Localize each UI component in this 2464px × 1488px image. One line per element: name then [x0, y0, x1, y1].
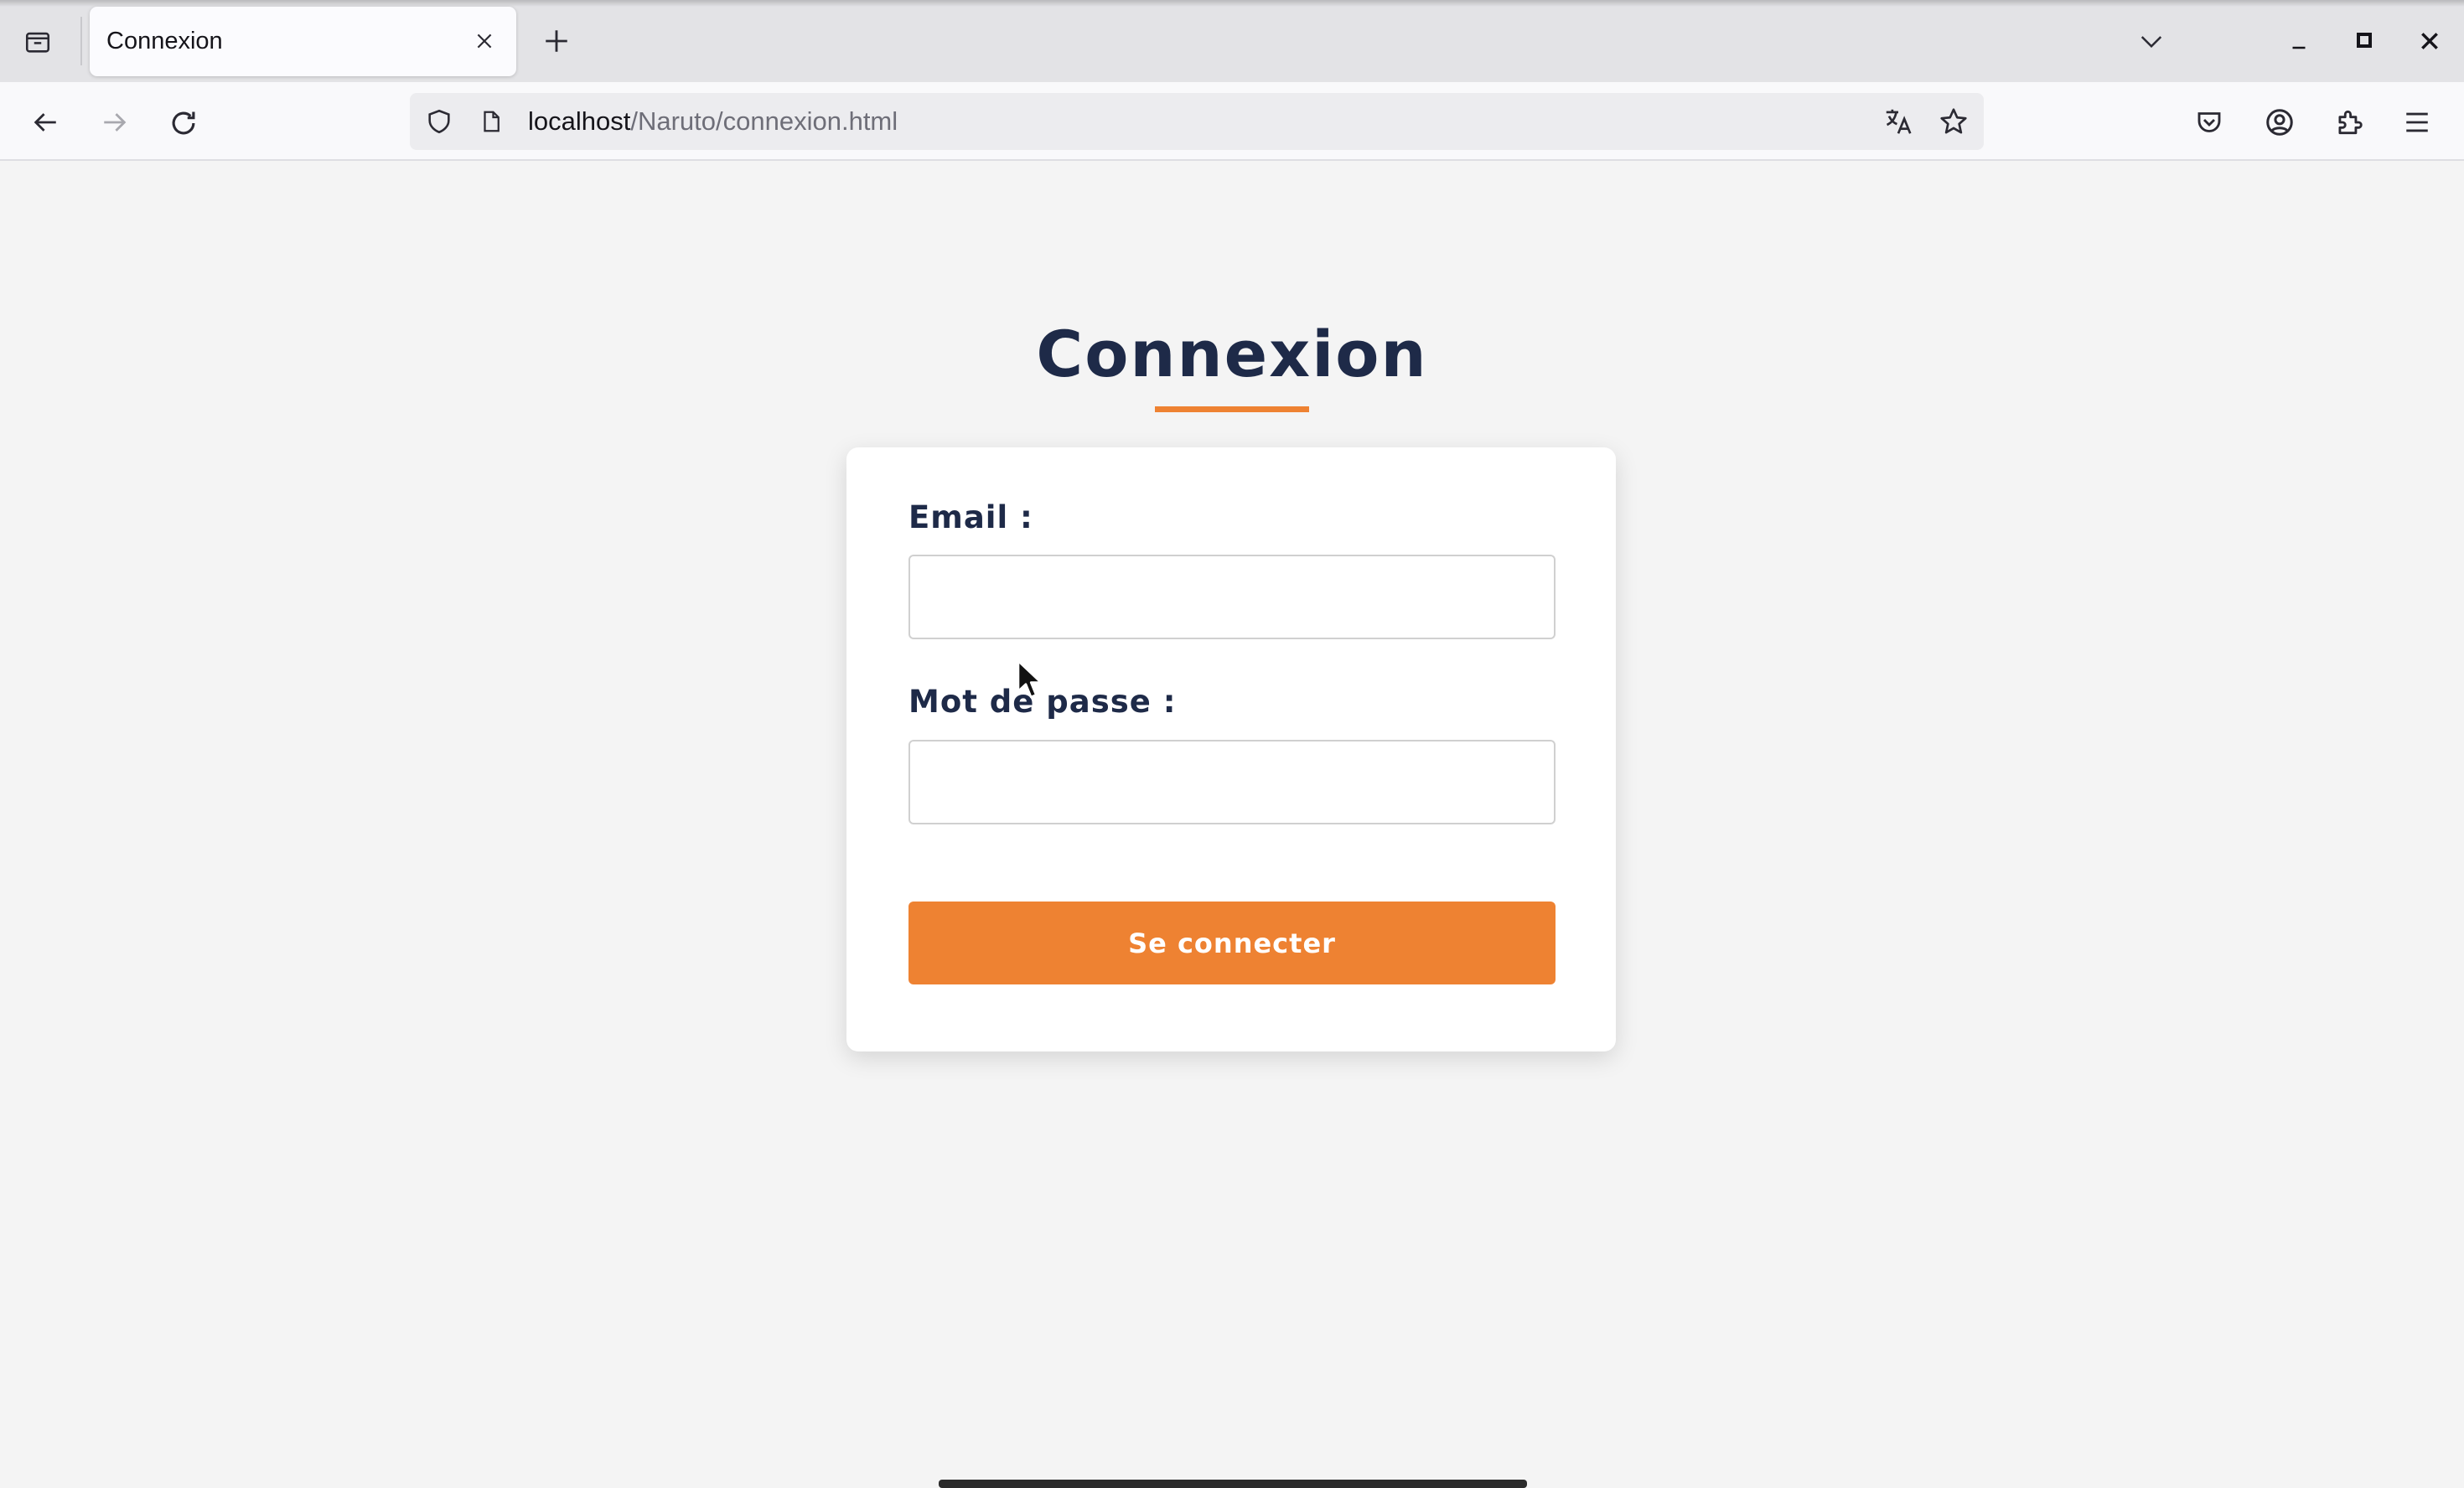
forward-arrow-icon[interactable] [98, 108, 132, 137]
list-tabs-chevron-icon[interactable] [2137, 28, 2166, 54]
page-title: Connexion [1036, 317, 1428, 391]
bookmark-star-icon[interactable] [1938, 106, 1970, 137]
reload-icon[interactable] [168, 107, 199, 139]
maximize-icon[interactable] [2354, 30, 2374, 50]
page-info-document-icon[interactable] [479, 107, 504, 136]
login-submit-button[interactable]: Se connecter [908, 902, 1556, 984]
close-window-icon[interactable] [2419, 30, 2441, 52]
new-tab-icon[interactable] [542, 27, 571, 55]
mouse-pointer-icon [1017, 659, 1045, 701]
tab-connexion[interactable]: Connexion [90, 7, 516, 76]
extensions-puzzle-icon[interactable] [2333, 106, 2365, 138]
url-bar[interactable]: localhost/Naruto/connexion.html [410, 93, 1984, 150]
password-field[interactable] [908, 740, 1556, 824]
back-arrow-icon[interactable] [28, 108, 62, 137]
tab-strip-divider [80, 17, 82, 65]
pocket-icon[interactable] [2194, 107, 2224, 137]
tab-strip-shadow [0, 0, 2464, 7]
page-content: Connexion Email : Mot de passe : Se conn… [0, 162, 2464, 1488]
account-icon[interactable] [2264, 106, 2296, 138]
title-underline [1155, 406, 1309, 412]
email-field[interactable] [908, 555, 1556, 639]
horizontal-scrollbar-thumb[interactable] [939, 1480, 1527, 1488]
close-tab-icon[interactable] [474, 30, 495, 52]
url-text[interactable]: localhost/Naruto/connexion.html [528, 93, 898, 150]
app-menu-hamburger-icon[interactable] [2402, 108, 2432, 137]
tracking-protection-shield-icon[interactable] [425, 107, 453, 136]
email-label: Email : [908, 499, 1033, 535]
tab-title: Connexion [106, 28, 223, 54]
navigation-toolbar: localhost/Naruto/connexion.html [0, 82, 2464, 161]
tab-overview-icon[interactable] [23, 28, 52, 56]
login-form-card: Email : Mot de passe : Se connecter [846, 447, 1616, 1051]
minimize-icon[interactable] [2288, 35, 2310, 52]
translate-icon[interactable] [1882, 106, 1914, 137]
url-path: /Naruto/connexion.html [630, 106, 898, 136]
url-host: localhost [528, 106, 631, 136]
tab-strip: Connexion [0, 0, 2464, 82]
